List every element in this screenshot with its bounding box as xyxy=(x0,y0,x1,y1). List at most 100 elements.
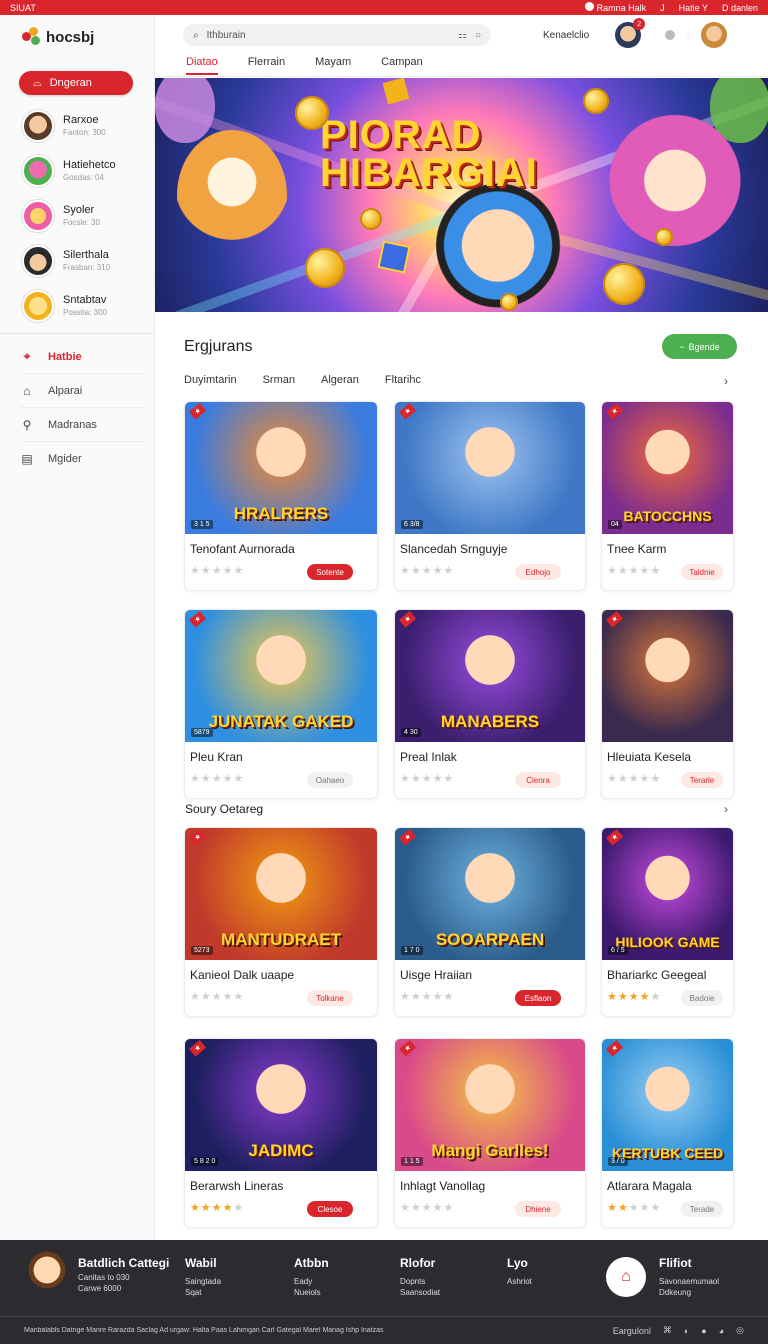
game-thumbnail[interactable]: ★ BATOCCHNS 04 xyxy=(602,402,733,534)
footer-link[interactable]: Sqat xyxy=(185,1287,221,1298)
game-title[interactable]: Hleuiata Kesela xyxy=(607,750,691,764)
friend-item[interactable]: Rarxoe Fanton: 300 xyxy=(22,103,147,148)
filter-tab[interactable]: Fltarihc xyxy=(385,374,421,386)
game-thumbnail[interactable]: ★ MANABERS 4 30 xyxy=(395,610,585,742)
game-action-button[interactable]: Badoie xyxy=(681,990,723,1006)
game-title[interactable]: Tnee Karm xyxy=(607,542,666,556)
filter-tab[interactable]: Algeran xyxy=(321,374,359,386)
filter-icon[interactable]: ⚏ xyxy=(458,30,467,41)
game-thumbnail[interactable]: ★ Mangi Garlles! 1 1 5 xyxy=(395,1039,585,1171)
game-action-button[interactable]: Clesoe xyxy=(307,1201,353,1217)
footer-link[interactable]: Saingtada xyxy=(185,1276,221,1287)
game-thumbnail[interactable]: ★ MANTUDRAET 5273 xyxy=(185,828,377,960)
game-card[interactable]: ★ MANTUDRAET 5273 Kanieol Dalk uaape ★★★★★ To… xyxy=(184,827,378,1017)
game-thumbnail[interactable]: ★ KERTUBK CEED 3 / 0 xyxy=(602,1039,733,1171)
game-thumbnail[interactable]: ★ 6 3/8 xyxy=(395,402,585,534)
game-card[interactable]: ★ Mangi Garlles! 1 1 5 Inhlagt Vanollag ★★★★… xyxy=(394,1038,586,1228)
game-action-button[interactable]: Sotente xyxy=(307,564,353,580)
section-action-button[interactable]: − Bgende xyxy=(662,334,737,359)
game-title[interactable]: Inhlagt Vanollag xyxy=(400,1179,485,1193)
game-title[interactable]: Slancedah Srnguyje xyxy=(400,542,507,556)
footer-link[interactable]: Ashriot xyxy=(507,1276,532,1287)
game-title[interactable]: Uisge Hraiian xyxy=(400,968,472,982)
social-icon-a[interactable]: ⌘ xyxy=(663,1325,672,1336)
tab-campan[interactable]: Campan xyxy=(381,56,423,75)
game-action-button[interactable]: Tolkane xyxy=(307,990,353,1006)
friend-item[interactable]: Syoler Focsle: 30 xyxy=(22,193,147,238)
hero-banner[interactable]: PIORAD HIBARGIAI xyxy=(155,78,768,312)
logo[interactable]: hocsbj xyxy=(22,27,94,47)
game-action-button[interactable]: Esflaon xyxy=(515,990,561,1006)
footer-link[interactable]: Saansodiat xyxy=(400,1287,440,1298)
tab-diatao[interactable]: Diatao xyxy=(186,56,218,75)
tab-flerrain[interactable]: Flerrain xyxy=(248,56,285,75)
game-action-button[interactable]: Terade xyxy=(681,1201,723,1217)
game-card[interactable]: ★ Hleuiata Kesela ★★★★★ Terarle xyxy=(601,609,734,799)
primary-sidebar-button[interactable]: ⌓ Dngeran xyxy=(19,71,133,95)
mic-icon[interactable]: ○ xyxy=(475,30,481,41)
user-label[interactable]: Kenaelclio xyxy=(543,30,589,41)
social-icon-e[interactable]: ◎ xyxy=(736,1325,744,1336)
home-icon[interactable]: ⌂ xyxy=(606,1257,646,1297)
tab-mayam[interactable]: Mayam xyxy=(315,56,351,75)
game-thumbnail[interactable]: ★ HILIOOK GAME 6 / 5 xyxy=(602,828,733,960)
game-action-button[interactable]: Terarle xyxy=(681,772,723,788)
game-title[interactable]: Kanieol Dalk uaape xyxy=(190,968,294,982)
game-thumbnail[interactable]: ★ xyxy=(602,610,733,742)
chevron-right-icon[interactable]: › xyxy=(724,802,728,816)
game-card[interactable]: ★ JADIMC 5 8 2 0 Berarwsh Lineras ★★★★★ Cleso… xyxy=(184,1038,378,1228)
notification-avatar[interactable]: 2 xyxy=(615,18,646,48)
game-title[interactable]: Preal Inlak xyxy=(400,750,457,764)
settings-icon[interactable]: ◌ xyxy=(685,30,691,41)
game-action-button[interactable]: Dhiene xyxy=(515,1201,561,1217)
search-input[interactable]: Ithburain xyxy=(207,30,450,41)
game-thumbnail[interactable]: ★ JADIMC 5 8 2 0 xyxy=(185,1039,377,1171)
game-action-button[interactable]: Edhojo xyxy=(515,564,561,580)
sidebar-item-alparai[interactable]: ⌂ Alparai xyxy=(20,374,145,408)
game-thumbnail[interactable]: ★ HRALRERS 3 1 5 xyxy=(185,402,377,534)
game-action-button[interactable]: Oahaeo xyxy=(307,772,353,788)
top-link-4[interactable]: D danlen xyxy=(722,3,758,13)
search-bar[interactable]: ⌕ Ithburain ⚏ ○ xyxy=(183,24,491,46)
game-card[interactable]: ★ BATOCCHNS 04 Tnee Karm ★★★★★ Taldnie xyxy=(601,401,734,591)
game-card[interactable]: ★ HILIOOK GAME 6 / 5 Bhariarkc Geegeal ★★★★★… xyxy=(601,827,734,1017)
game-card[interactable]: ★ MANABERS 4 30 Preal Inlak ★★★★★ Cienra xyxy=(394,609,586,799)
game-card[interactable]: ★ JUNATAK GAKED 5879 Pleu Kran ★★★★★ Oahaeo xyxy=(184,609,378,799)
footer-link[interactable]: Nueiols xyxy=(294,1287,329,1298)
game-action-button[interactable]: Cienra xyxy=(515,772,561,788)
game-title[interactable]: Pleu Kran xyxy=(190,750,243,764)
game-title[interactable]: Tenofant Aurnorada xyxy=(190,542,295,556)
top-link-3[interactable]: Hatie Y xyxy=(679,3,708,13)
social-icon-d[interactable]: ◕ xyxy=(719,1326,724,1336)
chevron-right-icon[interactable]: › xyxy=(724,374,728,388)
footer-link[interactable]: Eady xyxy=(294,1276,329,1287)
game-title[interactable]: Berarwsh Lineras xyxy=(190,1179,283,1193)
avatar[interactable] xyxy=(701,22,728,48)
sidebar-item-mgider[interactable]: ▤ Mgider xyxy=(20,442,145,476)
top-link-2[interactable]: J xyxy=(660,3,665,13)
sidebar-item-madranas[interactable]: ⚲ Madranas xyxy=(20,408,145,442)
game-action-button[interactable]: Taldnie xyxy=(681,564,723,580)
friend-item[interactable]: Hatiehetco Gosdas: 04 xyxy=(22,148,147,193)
top-link-1[interactable]: Ramna Halk xyxy=(584,2,646,13)
game-card[interactable]: ★ KERTUBK CEED 3 / 0 Atlarara Magala ★★★★★ Te… xyxy=(601,1038,734,1228)
footer-link[interactable]: Dopnts xyxy=(400,1276,440,1287)
filter-tab[interactable]: Duyimtarin xyxy=(184,374,237,386)
footer-bottom-link[interactable]: Eargulonl xyxy=(613,1326,651,1336)
footer-link[interactable]: Ddkeung xyxy=(659,1287,719,1298)
filter-tab[interactable]: Srman xyxy=(263,374,295,386)
game-thumbnail[interactable]: ★ JUNATAK GAKED 5879 xyxy=(185,610,377,742)
footer-link[interactable]: Savonaemumaol xyxy=(659,1276,719,1287)
friend-item[interactable]: Silerthala Frasban: 310 xyxy=(22,238,147,283)
social-icon-c[interactable]: ● xyxy=(701,1326,706,1336)
star-icon: ★ xyxy=(233,1202,245,1214)
game-card[interactable]: ★ 6 3/8 Slancedah Srnguyje ★★★★★ Edhojo xyxy=(394,401,586,591)
game-card[interactable]: ★ HRALRERS 3 1 5 Tenofant Aurnorada ★★★★★ Sot… xyxy=(184,401,378,591)
game-thumbnail[interactable]: ★ SOOARPAEN 1 7 0 xyxy=(395,828,585,960)
game-title[interactable]: Bhariarkc Geegeal xyxy=(607,968,706,982)
sidebar-item-hatbie[interactable]: ⌖ Hatbie xyxy=(20,340,145,374)
game-title[interactable]: Atlarara Magala xyxy=(607,1179,692,1193)
friend-item[interactable]: Sntabtav Posstia: 300 xyxy=(22,283,147,328)
game-card[interactable]: ★ SOOARPAEN 1 7 0 Uisge Hraiian ★★★★★ Esflaon xyxy=(394,827,586,1017)
social-icon-b[interactable]: ◐ xyxy=(684,1326,689,1336)
